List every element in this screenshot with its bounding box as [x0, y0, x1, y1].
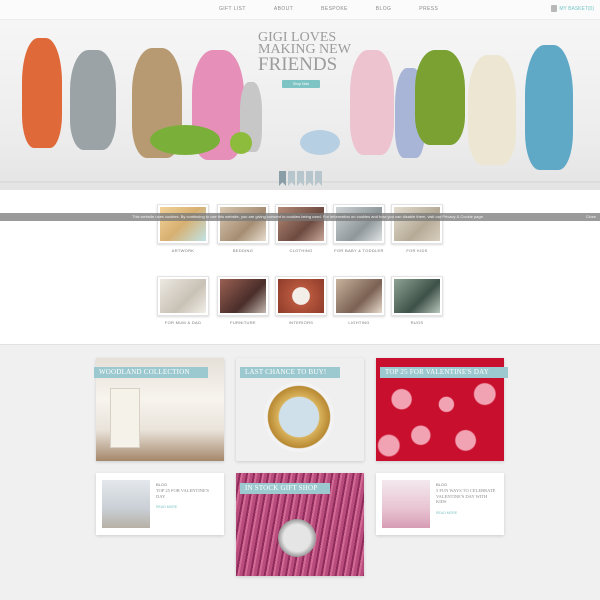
category-label: For Kids — [406, 248, 428, 253]
toy-sheep — [468, 55, 516, 165]
category-rugs[interactable]: Rugs — [391, 276, 443, 325]
category-thumb — [275, 204, 327, 244]
category-label: Rugs — [410, 320, 424, 325]
hero-shop-button[interactable]: Shop Now — [282, 80, 320, 88]
read-more-link[interactable]: Read More — [436, 511, 498, 515]
category-thumb — [217, 276, 269, 316]
category-label: Artwork — [171, 248, 195, 253]
blog-1-image — [102, 480, 150, 528]
blog-card-2[interactable]: Blog 5 Fun Ways to Celebrate Valentine's… — [376, 473, 504, 535]
blog-2-text: Blog 5 Fun Ways to Celebrate Valentine's… — [436, 482, 498, 515]
hero-title-line3: Friends — [258, 54, 338, 75]
ribbon-ornament — [279, 171, 322, 186]
category-thumb — [275, 276, 327, 316]
basket-label: My Basket(0) — [559, 5, 594, 12]
toy-green-turtle — [150, 125, 220, 155]
category-label: Bedding — [232, 248, 254, 253]
ribbon-tab — [297, 171, 304, 186]
category-label: Lighting — [348, 320, 370, 325]
nav-blog[interactable]: Blog — [362, 6, 406, 12]
toy-blue-hippo — [300, 130, 340, 155]
nav-about[interactable]: About — [260, 6, 307, 12]
hero-title: Gigi Loves Making New Friends — [258, 31, 358, 75]
category-thumb — [217, 204, 269, 244]
read-more-link[interactable]: Read More — [156, 505, 218, 509]
category-thumb — [391, 204, 443, 244]
category-thumb — [333, 276, 385, 316]
category-thumb — [333, 204, 385, 244]
blog-2-image — [382, 480, 430, 528]
toy-striped-cat — [525, 45, 573, 170]
nav-gift-list[interactable]: Gift List — [205, 6, 260, 12]
blog-card-1[interactable]: Blog Top 25 for Valentine's Day Read Mor… — [96, 473, 224, 535]
last-chance-bowl — [264, 382, 334, 452]
woodland-dresser — [110, 388, 140, 448]
in-stock-banner: In Stock Gift Shop — [240, 483, 330, 494]
category-label: For Baby & Toddler — [334, 248, 384, 253]
category-furniture[interactable]: Furniture — [217, 276, 269, 325]
category-label: For Mum & Dad — [164, 320, 202, 325]
valentines-banner: Top 25 for Valentine's Day — [380, 367, 508, 378]
pendant-icon — [278, 519, 316, 557]
nav-bespoke[interactable]: Bespoke — [307, 6, 362, 12]
blog-title: Top 25 for Valentine's Day — [156, 488, 210, 499]
category-mum-dad[interactable]: For Mum & Dad — [157, 276, 209, 325]
blog-tag: Blog — [436, 482, 448, 487]
category-label: Clothing — [289, 248, 313, 253]
ribbon-tab — [288, 171, 295, 186]
ribbon-tab — [279, 171, 286, 186]
blog-1-text: Blog Top 25 for Valentine's Day Read Mor… — [156, 482, 218, 509]
category-thumb — [391, 276, 443, 316]
category-baby-toddler[interactable]: For Baby & Toddler — [333, 204, 385, 253]
cookie-notice: This website uses cookies. By continuing… — [0, 213, 600, 221]
woodland-banner: Woodland Collection — [94, 367, 208, 378]
category-thumb — [157, 204, 209, 244]
top-nav: Gift List About Bespoke Blog Press My Ba… — [0, 0, 600, 20]
category-label: Furniture — [230, 320, 256, 325]
category-kids[interactable]: For Kids — [391, 204, 443, 253]
basket-icon — [551, 5, 558, 12]
nav-links: Gift List About Bespoke Blog Press — [205, 6, 452, 12]
feature-section: Woodland Collection Last Chance to Buy! … — [0, 344, 600, 600]
blog-tag: Blog — [156, 482, 168, 487]
toy-fox — [22, 38, 62, 148]
nav-press[interactable]: Press — [405, 6, 452, 12]
category-artwork[interactable]: Artwork — [157, 204, 209, 253]
ribbon-tab — [315, 171, 322, 186]
category-interiors[interactable]: Interiors — [275, 276, 327, 325]
category-lighting[interactable]: Lighting — [333, 276, 385, 325]
cookie-close-button[interactable]: Close — [586, 213, 596, 221]
category-thumb — [157, 276, 209, 316]
cookie-message: This website uses cookies. By continuing… — [132, 214, 484, 219]
category-clothing[interactable]: Clothing — [275, 204, 327, 253]
category-label: Interiors — [288, 320, 314, 325]
toy-green-monkey — [415, 50, 465, 145]
blog-title: 5 Fun Ways to Celebrate Valentine's Day … — [436, 488, 496, 504]
hero-banner[interactable]: Gigi Loves Making New Friends Shop Now — [0, 20, 600, 190]
toy-green-ball — [230, 132, 252, 154]
basket-link[interactable]: My Basket(0) — [551, 5, 594, 12]
last-chance-banner: Last Chance to Buy! — [240, 367, 340, 378]
category-bedding[interactable]: Bedding — [217, 204, 269, 253]
ribbon-tab — [306, 171, 313, 186]
toy-elephant — [70, 50, 116, 150]
